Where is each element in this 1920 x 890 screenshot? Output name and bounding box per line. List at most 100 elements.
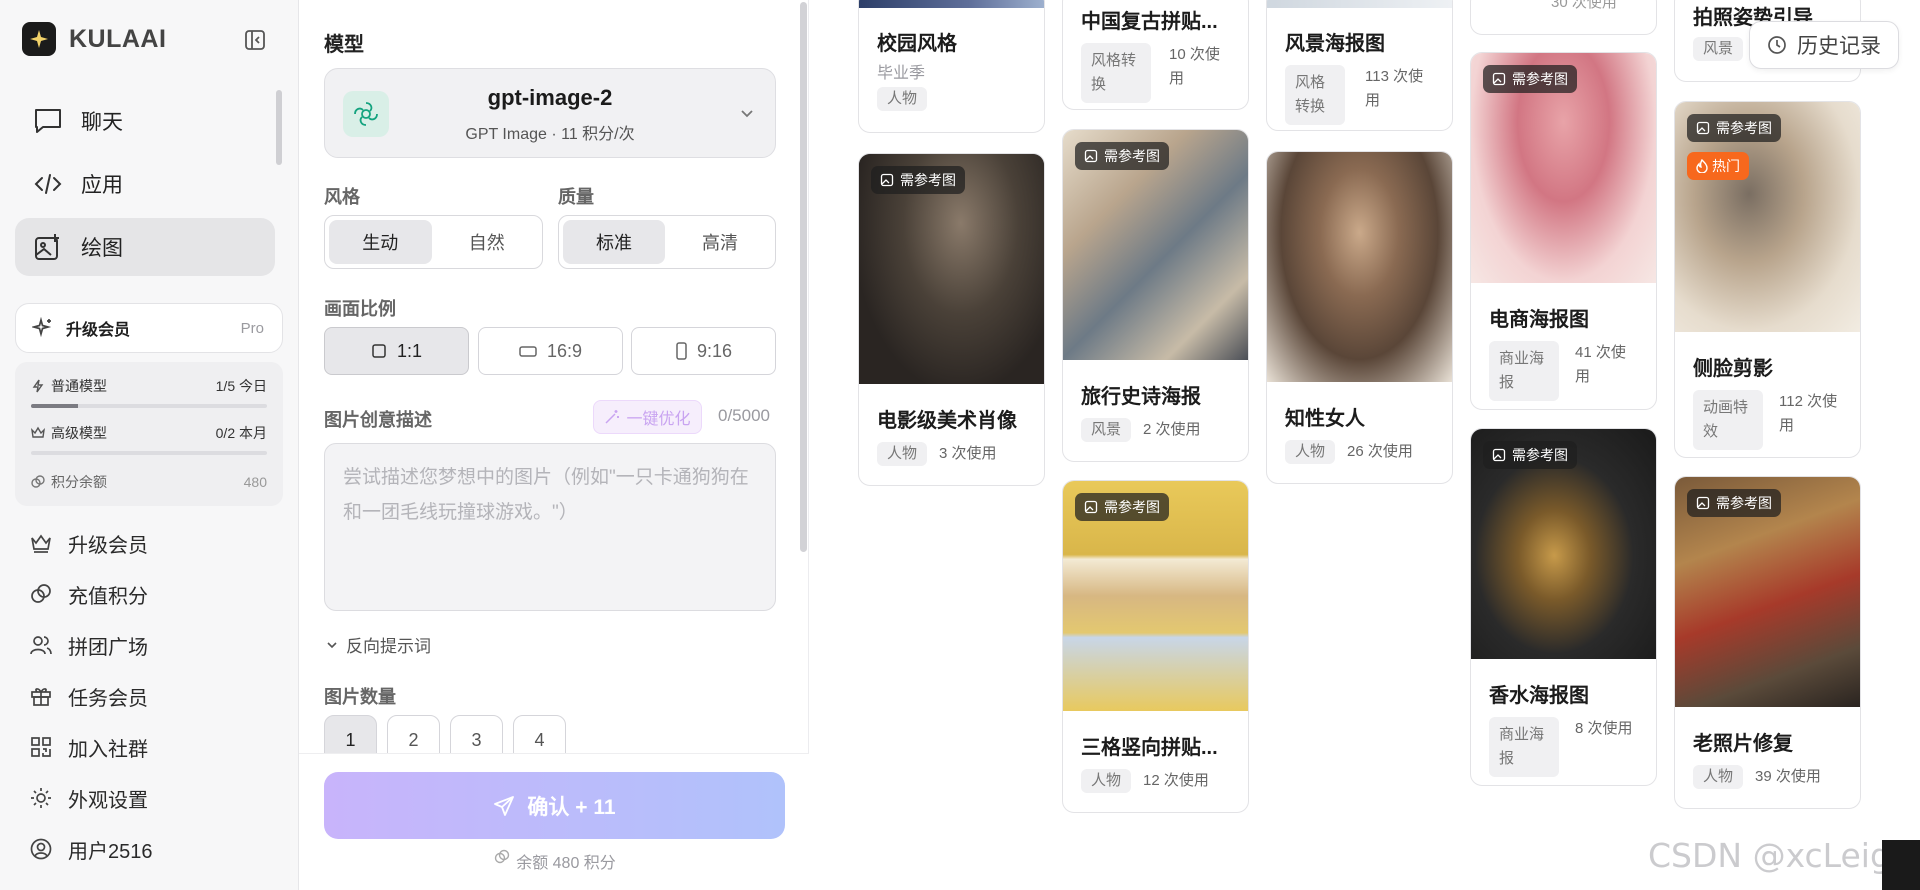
card-tag: 风格转换	[1285, 65, 1345, 125]
crown-icon	[31, 426, 45, 438]
nav-item-drawing[interactable]: 绘图	[15, 218, 275, 276]
card-title: 校园风格	[877, 33, 957, 55]
ratio-option-16-9[interactable]: 16:9	[478, 327, 623, 375]
template-card[interactable]: 需参考图 老照片修复 人物 39 次使用	[1674, 476, 1861, 809]
card-tag: 风景	[1693, 37, 1744, 61]
kulaai-logo-icon[interactable]	[22, 22, 56, 56]
history-button[interactable]: 历史记录	[1749, 21, 1899, 69]
menu-group-buy[interactable]: 拼团广场	[30, 630, 148, 660]
card-thumbnail: 需参考图	[1063, 130, 1248, 360]
reference-badge: 需参考图	[1483, 441, 1577, 469]
style-option-vivid[interactable]: 生动	[329, 220, 432, 264]
card-tag: 商业海报	[1489, 341, 1559, 401]
model-label: 模型	[324, 34, 364, 56]
card-tag: 动画特效	[1693, 390, 1763, 450]
ratio-option-1-1[interactable]: 1:1	[324, 327, 469, 375]
template-card[interactable]: 需参考图 电商海报图 商业海报 41 次使用	[1470, 52, 1657, 410]
confirm-button[interactable]: 确认 + 11	[324, 772, 785, 839]
hot-badge: 热门	[1687, 152, 1749, 180]
style-toggle: 生动 自然	[324, 215, 543, 269]
template-card[interactable]: 需参考图 热门 侧脸剪影 动画特效 112 次使用	[1674, 101, 1861, 458]
card-thumbnail: 需参考图	[859, 154, 1044, 384]
magic-wand-icon	[605, 410, 620, 424]
corner-overlay	[1882, 840, 1920, 890]
reference-badge: 需参考图	[1483, 65, 1577, 93]
usage-count: 26 次使用	[1347, 443, 1413, 460]
portrait-icon	[676, 342, 687, 360]
coins-icon	[495, 849, 510, 864]
template-card[interactable]: 30 次使用	[1470, 0, 1657, 35]
menu-recharge[interactable]: 充值积分	[30, 579, 148, 609]
card-tag: 人物	[877, 442, 928, 466]
card-title: 侧脸剪影	[1693, 358, 1773, 380]
panel-scrollbar[interactable]	[800, 2, 807, 552]
quality-option-hd[interactable]: 高清	[669, 220, 771, 264]
sidebar: KULAAI 聊天 应用 绘图 升级会员 Pro 普通模型 1/5 今日 高级模…	[0, 0, 299, 890]
card-subtitle: 毕业季	[877, 65, 926, 82]
collapse-sidebar-icon[interactable]	[244, 29, 266, 51]
template-card[interactable]: 知性女人 人物 26 次使用	[1266, 151, 1453, 484]
nav-item-label: 聊天	[81, 111, 123, 134]
nav-item-chat[interactable]: 聊天	[15, 92, 275, 150]
ratio-option-9-16[interactable]: 9:16	[631, 327, 776, 375]
clock-icon	[1768, 36, 1786, 54]
template-card[interactable]: 校园风格 毕业季 人物	[858, 0, 1045, 133]
coins-icon	[31, 584, 51, 603]
balance-text: 余额 480 积分	[0, 849, 1110, 873]
template-card[interactable]: 需参考图 电影级美术肖像 人物 3 次使用	[858, 153, 1045, 486]
model-selector[interactable]: gpt-image-2 GPT Image · 11 积分/次	[324, 68, 776, 158]
usage-count: 39 次使用	[1755, 768, 1821, 785]
char-counter: 0/5000	[718, 406, 770, 425]
code-icon	[34, 174, 62, 194]
template-card[interactable]: 中国复古拼贴... 风格转换 10 次使用	[1062, 0, 1249, 110]
crown-icon	[31, 534, 51, 553]
reference-badge: 需参考图	[1075, 142, 1169, 170]
landscape-icon	[519, 346, 537, 357]
template-card[interactable]: 需参考图 香水海报图 商业海报 8 次使用	[1470, 428, 1657, 786]
upgrade-pro-card[interactable]: 升级会员 Pro	[15, 303, 283, 353]
chevron-down-icon	[327, 641, 337, 648]
gift-icon	[31, 688, 51, 706]
image-icon	[880, 173, 894, 187]
template-card[interactable]: 风景海报图 风格转换 113 次使用	[1266, 0, 1453, 131]
sidebar-scrollbar[interactable]	[276, 90, 282, 165]
negative-prompt-toggle[interactable]: 反向提示词	[326, 632, 431, 657]
flame-icon	[1696, 159, 1708, 173]
menu-join-community[interactable]: 加入社群	[30, 732, 148, 762]
card-title: 香水海报图	[1489, 685, 1589, 707]
quality-toggle: 标准 高清	[558, 215, 776, 269]
brand-name: KULAAI	[69, 25, 167, 53]
reference-badge: 需参考图	[1687, 489, 1781, 517]
card-tag: 风景	[1081, 418, 1132, 442]
menu-appearance[interactable]: 外观设置	[30, 783, 148, 813]
nav-item-apps[interactable]: 应用	[15, 155, 275, 213]
card-title: 中国复古拼贴...	[1081, 11, 1218, 33]
usage-count: 113 次使用	[1365, 68, 1424, 109]
card-title: 老照片修复	[1693, 733, 1793, 755]
prompt-label: 图片创意描述	[324, 410, 432, 430]
quality-option-standard[interactable]: 标准	[563, 220, 665, 264]
optimize-button[interactable]: 一键优化	[593, 400, 702, 434]
sparkle-icon	[32, 317, 52, 338]
usage-count: 2 次使用	[1143, 421, 1201, 438]
usage-count: 30 次使用	[1551, 0, 1617, 11]
template-card[interactable]: 需参考图 三格竖向拼贴... 人物 12 次使用	[1062, 480, 1249, 813]
style-option-natural[interactable]: 自然	[436, 220, 539, 264]
advanced-quota-bar	[31, 451, 267, 455]
card-thumbnail	[1267, 152, 1452, 382]
card-tag: 风格转换	[1081, 43, 1151, 103]
prompt-textarea[interactable]: 尝试描述您梦想中的图片（例如"一只卡通狗狗在和一团毛线玩撞球游戏。"）	[324, 443, 776, 611]
count-label: 图片数量	[324, 687, 396, 707]
template-card[interactable]: 需参考图 旅行史诗海报 风景 2 次使用	[1062, 129, 1249, 462]
card-title: 电影级美术肖像	[877, 410, 1017, 432]
card-thumbnail: 需参考图	[1471, 53, 1656, 283]
menu-upgrade-member[interactable]: 升级会员	[30, 528, 148, 558]
card-title: 旅行史诗海报	[1081, 386, 1201, 408]
basic-quota-bar	[31, 404, 267, 408]
card-thumbnail: 需参考图 热门	[1675, 102, 1860, 332]
menu-task-member[interactable]: 任务会员	[30, 681, 148, 711]
usage-count: 8 次使用	[1575, 720, 1633, 737]
image-icon	[1696, 496, 1710, 510]
card-tag: 人物	[877, 87, 928, 111]
model-name: gpt-image-2	[487, 85, 613, 110]
